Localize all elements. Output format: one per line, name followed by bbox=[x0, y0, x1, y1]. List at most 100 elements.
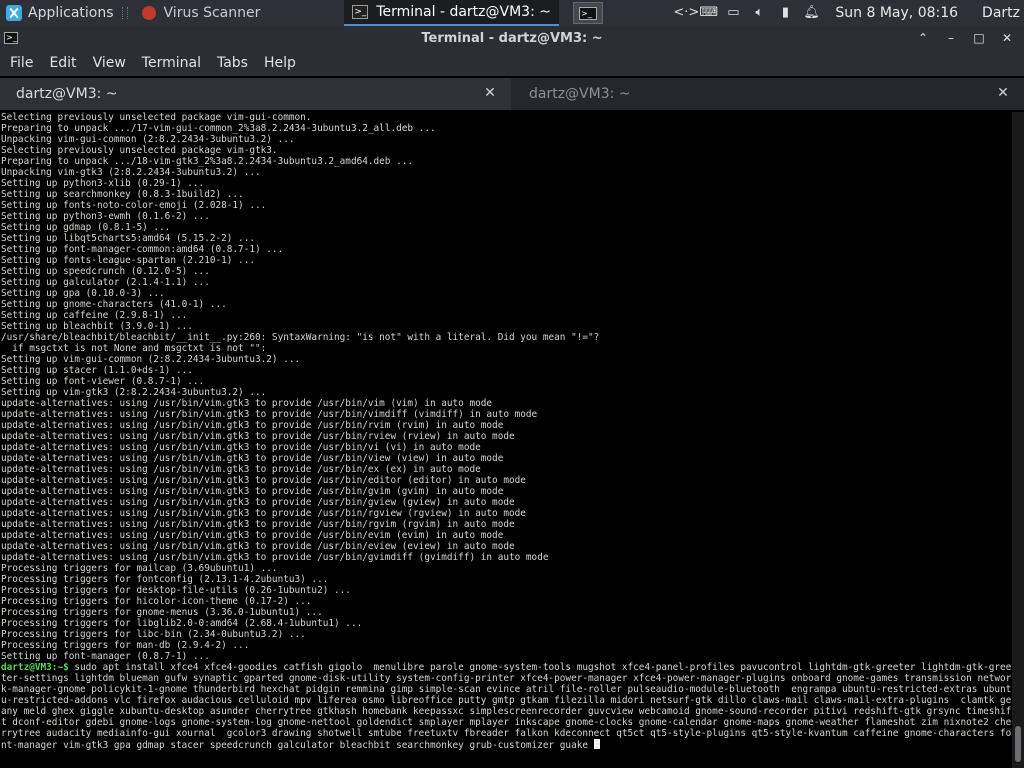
terminal-line: Processing triggers for fontconfig (2.13… bbox=[1, 574, 329, 585]
tab-1[interactable]: dartz@VM3: ~ ✕ bbox=[0, 78, 511, 110]
close-tab-icon[interactable]: ✕ bbox=[996, 86, 1010, 100]
virus-scanner-icon bbox=[141, 6, 156, 20]
notification-bell-icon[interactable]: 🔔︎ bbox=[803, 6, 820, 20]
terminal-output[interactable]: Selecting previously unselected package … bbox=[0, 112, 1012, 768]
keyboard-icon[interactable]: ⌨ bbox=[699, 6, 718, 20]
terminal-line: Setting up searchmonkey (0.8.3-1build2) … bbox=[1, 189, 244, 200]
terminal-line: Setting up stacer (1.1.0+ds-1) ... bbox=[1, 365, 193, 376]
taskbar-item-virus-scanner[interactable]: Virus Scanner bbox=[134, 0, 269, 26]
terminal-line: update-alternatives: using /usr/bin/vim.… bbox=[1, 541, 515, 552]
terminal-line: update-alternatives: using /usr/bin/vim.… bbox=[1, 530, 504, 541]
terminal-line: Setting up caffeine (2.9.8-1) ... bbox=[1, 310, 188, 321]
minimize-window-icon[interactable]: – bbox=[944, 31, 958, 45]
terminal-line: Setting up gnome-characters (41.0-1) ... bbox=[1, 299, 227, 310]
terminal-line: update-alternatives: using /usr/bin/vim.… bbox=[1, 508, 526, 519]
terminal-line: /usr/share/bleachbit/bleachbit/__init__.… bbox=[1, 332, 600, 343]
terminal-line: Setting up fonts-noto-color-emoji (2.028… bbox=[1, 200, 267, 211]
terminal-line: Setting up fonts-league-spartan (2.210-1… bbox=[1, 255, 255, 266]
terminal-line: Selecting previously unselected package … bbox=[1, 145, 278, 156]
menu-terminal[interactable]: Terminal bbox=[134, 50, 209, 76]
terminal-line: Setting up font-manager-common:amd64 (0.… bbox=[1, 244, 284, 255]
system-tray: <·> ⌨ ▭ 🔈︎ ▮ 🔔︎ Sun 8 May, 08:16 Dartz bbox=[673, 5, 1024, 21]
top-panel: Applications Virus Scanner >_ Terminal -… bbox=[0, 0, 1024, 26]
tab-label: dartz@VM3: ~ bbox=[529, 86, 631, 102]
terminal-line: Processing triggers for hicolor-icon-the… bbox=[1, 596, 312, 607]
display-icon[interactable]: ▭ bbox=[725, 6, 741, 20]
terminal-line: Setting up libqt5charts5:amd64 (5.15.2-2… bbox=[1, 233, 255, 244]
taskbar-item-label: Virus Scanner bbox=[163, 5, 261, 21]
close-tab-icon[interactable]: ✕ bbox=[483, 86, 497, 100]
terminal-line: Processing triggers for libglib2.0-0:amd… bbox=[1, 618, 363, 629]
terminal-line: update-alternatives: using /usr/bin/vim.… bbox=[1, 420, 504, 431]
window-title: Terminal - dartz@VM3: ~ bbox=[421, 30, 603, 46]
terminal-line: Processing triggers for mailcap (3.69ubu… bbox=[1, 563, 278, 574]
menu-view[interactable]: View bbox=[85, 50, 134, 76]
terminal-line: Setting up galculator (2.1.4-1.1) ... bbox=[1, 277, 210, 288]
terminal-line: update-alternatives: using /usr/bin/vim.… bbox=[1, 453, 504, 464]
xfce-logo-icon bbox=[6, 5, 22, 21]
terminal-line: Processing triggers for gnome-menus (3.3… bbox=[1, 607, 323, 618]
menu-file[interactable]: File bbox=[2, 50, 41, 76]
terminal-icon: >_ bbox=[352, 5, 369, 19]
terminal-line: Setting up speedcrunch (0.12.0-5) ... bbox=[1, 266, 210, 277]
terminal-line: Preparing to unpack .../18-vim-gtk3_2%3a… bbox=[1, 156, 414, 167]
terminal-line: Selecting previously unselected package … bbox=[1, 112, 312, 123]
terminal-line: update-alternatives: using /usr/bin/vim.… bbox=[1, 497, 515, 508]
menu-help[interactable]: Help bbox=[256, 50, 304, 76]
command-text: sudo apt install xfce4 xfce4-goodies cat… bbox=[1, 662, 1012, 751]
terminal-line: Setting up bleachbit (3.9.0-1) ... bbox=[1, 321, 193, 332]
terminal-line: Setting up python3-ewmh (0.1.6-2) ... bbox=[1, 211, 210, 222]
terminal-line: update-alternatives: using /usr/bin/vim.… bbox=[1, 409, 538, 420]
shade-window-icon[interactable]: ⌃ bbox=[916, 31, 930, 45]
terminal-line: Unpacking vim-gtk3 (2:8.2.2434-3ubuntu3.… bbox=[1, 167, 261, 178]
terminal-line: Setting up gpa (0.10.0-3) ... bbox=[1, 288, 165, 299]
user-menu[interactable]: Dartz bbox=[982, 5, 1020, 21]
terminal-line: update-alternatives: using /usr/bin/vim.… bbox=[1, 475, 526, 486]
shell-prompt: dartz@VM3:~$ bbox=[1, 662, 69, 673]
terminal-lines: Selecting previously unselected package … bbox=[0, 112, 1012, 751]
terminal-line: Setting up vim-gui-common (2:8.2.2434-3u… bbox=[1, 354, 301, 365]
terminal-launcher-icon: >_ bbox=[578, 6, 597, 20]
battery-icon[interactable]: ▮ bbox=[777, 6, 793, 20]
terminal-line: update-alternatives: using /usr/bin/vim.… bbox=[1, 519, 515, 530]
maximize-window-icon[interactable]: □ bbox=[972, 31, 986, 45]
terminal-line: Setting up vim-gtk3 (2:8.2.2434-3ubuntu3… bbox=[1, 387, 267, 398]
applications-menu-button[interactable]: Applications bbox=[0, 0, 114, 26]
terminal-line: update-alternatives: using /usr/bin/vim.… bbox=[1, 552, 549, 563]
tab-2[interactable]: dartz@VM3: ~ ✕ bbox=[513, 78, 1024, 110]
dev-code-icon[interactable]: <·> bbox=[673, 6, 699, 20]
terminal-line: Processing triggers for man-db (2.9.4-2)… bbox=[1, 640, 250, 651]
window-controls: ⌃ – □ ✕ bbox=[916, 31, 1024, 45]
close-window-icon[interactable]: ✕ bbox=[1000, 31, 1014, 45]
menu-tabs[interactable]: Tabs bbox=[209, 50, 256, 76]
taskbar-item-terminal[interactable]: >_ Terminal - dartz@VM3: ~ bbox=[344, 0, 559, 26]
terminal-line: update-alternatives: using /usr/bin/vim.… bbox=[1, 442, 481, 453]
terminal-line: Setting up font-manager (0.8.7-1) ... bbox=[1, 651, 210, 662]
menu-edit[interactable]: Edit bbox=[41, 50, 84, 76]
menu-bar: File Edit View Terminal Tabs Help bbox=[0, 50, 1024, 76]
clock[interactable]: Sun 8 May, 08:16 bbox=[835, 5, 958, 21]
terminal-line: Processing triggers for desktop-file-uti… bbox=[1, 585, 351, 596]
terminal-line: update-alternatives: using /usr/bin/vim.… bbox=[1, 464, 481, 475]
window-terminal-icon[interactable]: >_ bbox=[4, 32, 18, 44]
terminal-line: update-alternatives: using /usr/bin/vim.… bbox=[1, 398, 493, 409]
window-titlebar[interactable]: >_ Terminal - dartz@VM3: ~ ⌃ – □ ✕ bbox=[0, 26, 1024, 50]
tab-bar: dartz@VM3: ~ ✕ dartz@VM3: ~ ✕ bbox=[0, 78, 1024, 110]
terminal-line: update-alternatives: using /usr/bin/vim.… bbox=[1, 431, 515, 442]
taskbar-item-label: Terminal - dartz@VM3: ~ bbox=[376, 4, 551, 20]
prompt-line[interactable]: dartz@VM3:~$ sudo apt install xfce4 xfce… bbox=[1, 662, 1012, 751]
terminal-launcher-button[interactable]: >_ bbox=[572, 2, 603, 24]
terminal-line: update-alternatives: using /usr/bin/vim.… bbox=[1, 486, 504, 497]
terminal-line: Processing triggers for libc-bin (2.34-0… bbox=[1, 629, 306, 640]
terminal-line: Setting up font-viewer (0.8.7-1) ... bbox=[1, 376, 205, 387]
applications-label: Applications bbox=[28, 5, 114, 21]
text-cursor bbox=[593, 739, 600, 749]
terminal-line: if msgctxt is not None and msgctxt is no… bbox=[1, 343, 267, 354]
volume-icon[interactable]: 🔈︎ bbox=[751, 6, 767, 20]
panel-separator bbox=[121, 7, 128, 19]
scrollbar-thumb[interactable] bbox=[1015, 726, 1021, 762]
terminal-line: Setting up python3-xlib (0.29-1) ... bbox=[1, 178, 205, 189]
terminal-scrollbar[interactable] bbox=[1012, 112, 1024, 768]
terminal-line: Unpacking vim-gui-common (2:8.2.2434-3ub… bbox=[1, 134, 295, 145]
tab-label: dartz@VM3: ~ bbox=[16, 86, 118, 102]
